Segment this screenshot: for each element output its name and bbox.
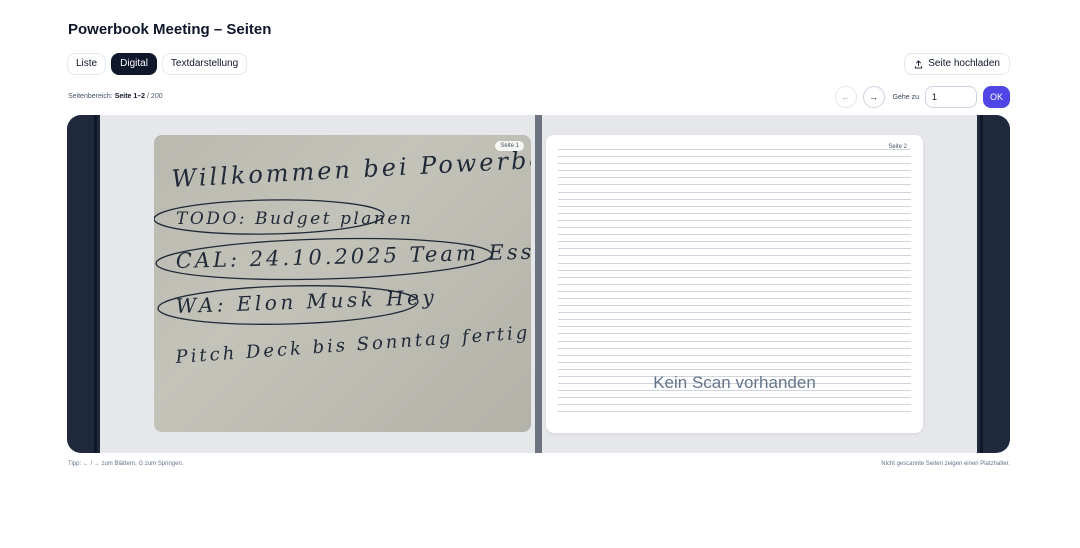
tab-liste[interactable]: Liste bbox=[67, 53, 107, 75]
hw-line-1: Willkommen bei Powerbook! bbox=[171, 143, 531, 193]
hw-line-4: WA: Elon Musk Hey bbox=[175, 285, 437, 318]
goto-ok-button[interactable]: OK bbox=[983, 86, 1010, 108]
page-2-placeholder[interactable]: Seite 2 Kein Scan vorhanden bbox=[546, 135, 923, 433]
page-range: Seitenbereich: Seite 1–2 / 200 bbox=[68, 93, 163, 100]
range-prefix: Seitenbereich: bbox=[68, 93, 113, 100]
left-cover bbox=[67, 115, 100, 453]
hw-line-2: TODO: Budget planen bbox=[176, 209, 413, 229]
page-navigation: ← → Gehe zu OK bbox=[834, 86, 1010, 108]
page-1-badge: Seite 1 bbox=[495, 141, 524, 151]
right-cover bbox=[977, 115, 1010, 453]
prev-page-button[interactable]: ← bbox=[834, 86, 857, 108]
handwriting-scan: Willkommen bei Powerbook! TODO: Budget p… bbox=[154, 143, 531, 369]
goto-page-input[interactable] bbox=[925, 86, 977, 108]
hw-line-5: Pitch Deck bis Sonntag fertigstellen bbox=[174, 317, 531, 369]
placeholder-note: Nicht gescannte Seiten zeigen einen Plat… bbox=[881, 461, 1010, 467]
page-2-badge: Seite 2 bbox=[888, 144, 907, 150]
notebook-spine bbox=[535, 115, 542, 453]
page-title: Powerbook Meeting – Seiten bbox=[68, 21, 272, 38]
next-page-button[interactable]: → bbox=[862, 86, 885, 108]
tab-textdarstellung[interactable]: Textdarstellung bbox=[161, 53, 248, 75]
goto-label: Gehe zu bbox=[892, 93, 919, 101]
page-1-scan[interactable]: Willkommen bei Powerbook! TODO: Budget p… bbox=[154, 135, 531, 432]
notebook-view: Willkommen bei Powerbook! TODO: Budget p… bbox=[67, 115, 1010, 453]
upload-page-button[interactable]: Seite hochladen bbox=[904, 53, 1010, 75]
keyboard-tip: Tipp: ← / → zum Blättern, G zum Springen… bbox=[68, 461, 184, 467]
tab-digital[interactable]: Digital bbox=[111, 53, 157, 75]
range-total: / 200 bbox=[147, 93, 163, 100]
no-scan-placeholder: Kein Scan vorhanden bbox=[653, 373, 816, 392]
hw-line-3: CAL: 24.10.2025 Team Essen bbox=[176, 239, 531, 273]
range-pages: Seite 1–2 bbox=[114, 93, 146, 100]
upload-icon bbox=[915, 59, 923, 69]
view-tabs: Liste Digital Textdarstellung bbox=[67, 53, 248, 75]
upload-label: Seite hochladen bbox=[928, 58, 1000, 69]
